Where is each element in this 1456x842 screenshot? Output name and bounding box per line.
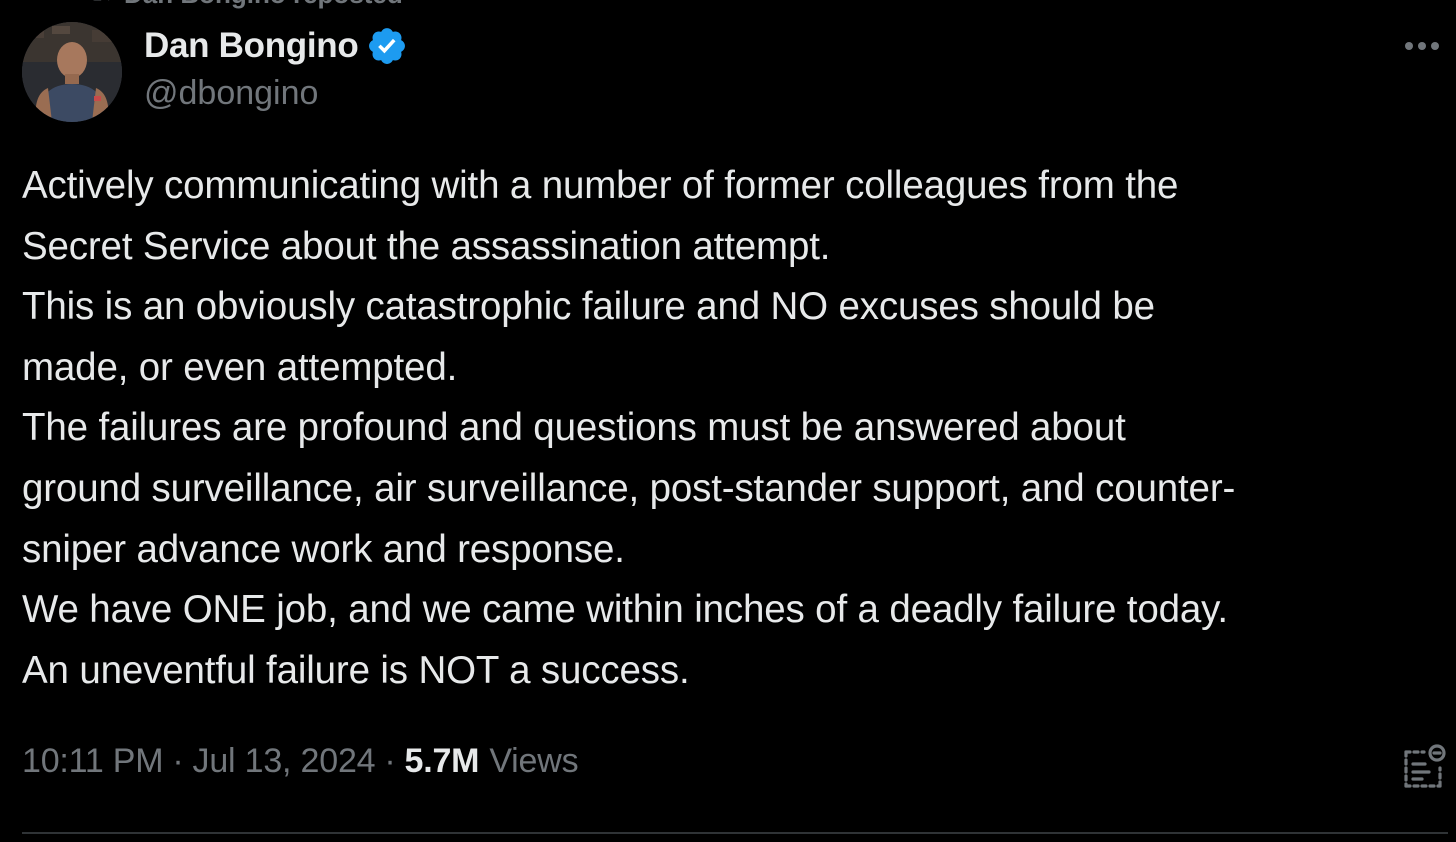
meta-separator: · xyxy=(172,742,184,780)
post-analytics-button[interactable] xyxy=(1400,742,1448,794)
tweet-meta: 10:11 PM · Jul 13, 2024 · 5.7M Views xyxy=(22,742,579,781)
tweet-time[interactable]: 10:11 PM xyxy=(22,742,164,781)
meta-separator: · xyxy=(384,742,396,780)
more-options-icon xyxy=(1403,39,1441,57)
views-label: Views xyxy=(489,742,579,780)
repost-label: Dan Bongino reposted xyxy=(124,0,403,10)
author-display-name[interactable]: Dan Bongino xyxy=(144,26,359,66)
tweet-text: Actively communicating with a number of … xyxy=(22,164,1236,692)
author-info: Dan Bongino @dbongino xyxy=(144,24,408,113)
divider xyxy=(22,832,1448,834)
views-count: 5.7M xyxy=(404,742,480,780)
verified-badge-icon[interactable] xyxy=(366,25,408,67)
author-avatar[interactable] xyxy=(22,22,122,122)
more-options-button[interactable] xyxy=(1402,28,1442,68)
author-handle[interactable]: @dbongino xyxy=(144,74,408,113)
post-analytics-icon xyxy=(1400,742,1448,794)
repost-icon xyxy=(86,0,114,10)
tweet-date[interactable]: Jul 13, 2024 xyxy=(193,742,376,781)
repost-indicator[interactable]: Dan Bongino reposted xyxy=(86,0,403,10)
